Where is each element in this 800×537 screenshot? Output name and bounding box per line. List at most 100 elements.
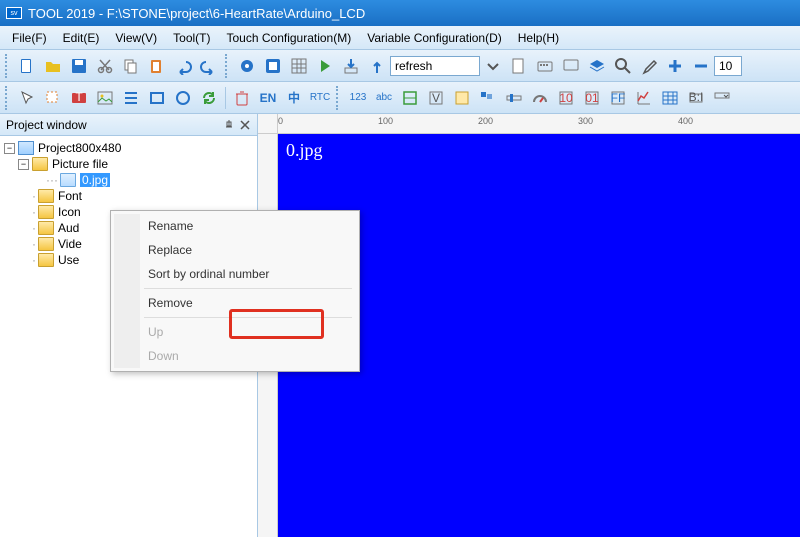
toolbar-1: [0, 50, 800, 82]
minus-button[interactable]: [689, 54, 713, 78]
combo-dropdown-button[interactable]: [481, 54, 505, 78]
toolbar-grip[interactable]: [225, 54, 231, 78]
tree-root[interactable]: − Project800x480: [4, 140, 253, 156]
close-icon[interactable]: [239, 119, 251, 131]
run-button[interactable]: [313, 54, 337, 78]
titlebar: sv TOOL 2019 - F:\STONE\project\6-HeartR…: [0, 0, 800, 26]
tree-root-label: Project800x480: [38, 141, 121, 155]
keyboard-button[interactable]: [533, 54, 557, 78]
copy-button[interactable]: [119, 54, 143, 78]
menubar: File(F) Edit(E) View(V) Tool(T) Touch Co…: [0, 26, 800, 50]
open-button[interactable]: [41, 54, 65, 78]
widget-table-button[interactable]: [658, 86, 682, 110]
widget-anim-button[interactable]: [476, 86, 500, 110]
context-menu: Rename Replace Sort by ordinal number Re…: [110, 210, 360, 372]
upload-button[interactable]: [365, 54, 389, 78]
project-panel-header: Project window: [0, 114, 257, 136]
menu-variable-config[interactable]: Variable Configuration(D): [359, 29, 510, 47]
paste-button[interactable]: [145, 54, 169, 78]
tree-collapse-icon[interactable]: −: [4, 143, 15, 154]
tree-collapse-icon[interactable]: −: [18, 159, 29, 170]
rtc-button[interactable]: RTC: [308, 86, 332, 110]
widget-slider-button[interactable]: [502, 86, 526, 110]
color-picker-button[interactable]: [637, 54, 661, 78]
svg-text:V: V: [432, 91, 440, 105]
lang-zh-button[interactable]: 中: [282, 86, 306, 110]
rect-button[interactable]: [145, 86, 169, 110]
menu-touch-config[interactable]: Touch Configuration(M): [219, 29, 360, 47]
app-icon: sv: [6, 7, 22, 19]
new-button[interactable]: [15, 54, 39, 78]
layers-button[interactable]: [585, 54, 609, 78]
menu-file[interactable]: File(F): [4, 29, 55, 47]
widget-gauge-button[interactable]: [528, 86, 552, 110]
tree-image-item[interactable]: ··· 0.jpg: [4, 172, 253, 188]
toolbar-grip[interactable]: [5, 86, 11, 110]
tree-font-folder[interactable]: · Font: [4, 188, 253, 204]
menu-view[interactable]: View(V): [107, 29, 165, 47]
svg-text:10: 10: [559, 91, 573, 105]
tree-picture-folder[interactable]: − Picture file: [4, 156, 253, 172]
menu-tool[interactable]: Tool(T): [165, 29, 218, 47]
context-replace[interactable]: Replace: [114, 238, 356, 262]
page-button[interactable]: [507, 54, 531, 78]
settings-button[interactable]: [235, 54, 259, 78]
widget-clock-button[interactable]: 01: [580, 86, 604, 110]
widget-v-button[interactable]: V: [424, 86, 448, 110]
redo-button[interactable]: [197, 54, 221, 78]
menu-edit[interactable]: Edit(E): [55, 29, 108, 47]
circle-button[interactable]: [171, 86, 195, 110]
widget-digit-button[interactable]: 10: [554, 86, 578, 110]
zoom-value-input[interactable]: [714, 56, 742, 76]
download-button[interactable]: [339, 54, 363, 78]
widget-bit-button[interactable]: B:I: [684, 86, 708, 110]
project-icon: [18, 141, 34, 155]
widget-dropdown-button[interactable]: [710, 86, 734, 110]
plus-button[interactable]: [663, 54, 687, 78]
refresh-combo[interactable]: [390, 56, 480, 76]
toolbar-grip[interactable]: [336, 86, 342, 110]
cut-button[interactable]: [93, 54, 117, 78]
context-rename[interactable]: Rename: [114, 214, 356, 238]
zoom-button[interactable]: [611, 54, 635, 78]
number-button[interactable]: 123: [346, 86, 370, 110]
grid-button[interactable]: [287, 54, 311, 78]
toolbar-grip[interactable]: [5, 54, 11, 78]
context-remove[interactable]: Remove: [114, 291, 356, 315]
svg-text:FF: FF: [611, 91, 626, 105]
ruler-tick: 200: [478, 116, 493, 126]
tool-button[interactable]: [261, 54, 285, 78]
titlebar-sep: -: [95, 6, 107, 21]
ruler-tick: 0: [278, 116, 283, 126]
save-button[interactable]: [67, 54, 91, 78]
select-button[interactable]: [41, 86, 65, 110]
folder-icon: [38, 205, 54, 219]
screen-button[interactable]: [559, 54, 583, 78]
tree-connector: ·: [32, 205, 36, 219]
delete-button[interactable]: [230, 86, 254, 110]
widget-hex-button[interactable]: FF: [606, 86, 630, 110]
text-abc-button[interactable]: abc: [372, 86, 396, 110]
ruler-corner: [258, 114, 278, 134]
undo-button[interactable]: [171, 54, 195, 78]
canvas-image-label: 0.jpg: [286, 140, 323, 161]
pin-icon[interactable]: [223, 119, 235, 131]
tree-user-label: Use: [58, 253, 79, 267]
toolbar-2: T EN 中 RTC 123 abc V 10 01 FF B:I: [0, 82, 800, 114]
toolbar-separator: [225, 87, 226, 109]
lang-en-button[interactable]: EN: [256, 86, 280, 110]
pointer-button[interactable]: [15, 86, 39, 110]
widget-chart-button[interactable]: [632, 86, 656, 110]
context-separator: [144, 288, 352, 289]
ruler-tick: 100: [378, 116, 393, 126]
tree-audio-label: Aud: [58, 221, 79, 235]
context-sort[interactable]: Sort by ordinal number: [114, 262, 356, 286]
project-panel-title: Project window: [6, 118, 87, 132]
widget-icon-button[interactable]: [450, 86, 474, 110]
list-button[interactable]: [119, 86, 143, 110]
text-button[interactable]: T: [67, 86, 91, 110]
widget-1-button[interactable]: [398, 86, 422, 110]
menu-help[interactable]: Help(H): [510, 29, 567, 47]
refresh-button[interactable]: [197, 86, 221, 110]
image-button[interactable]: [93, 86, 117, 110]
